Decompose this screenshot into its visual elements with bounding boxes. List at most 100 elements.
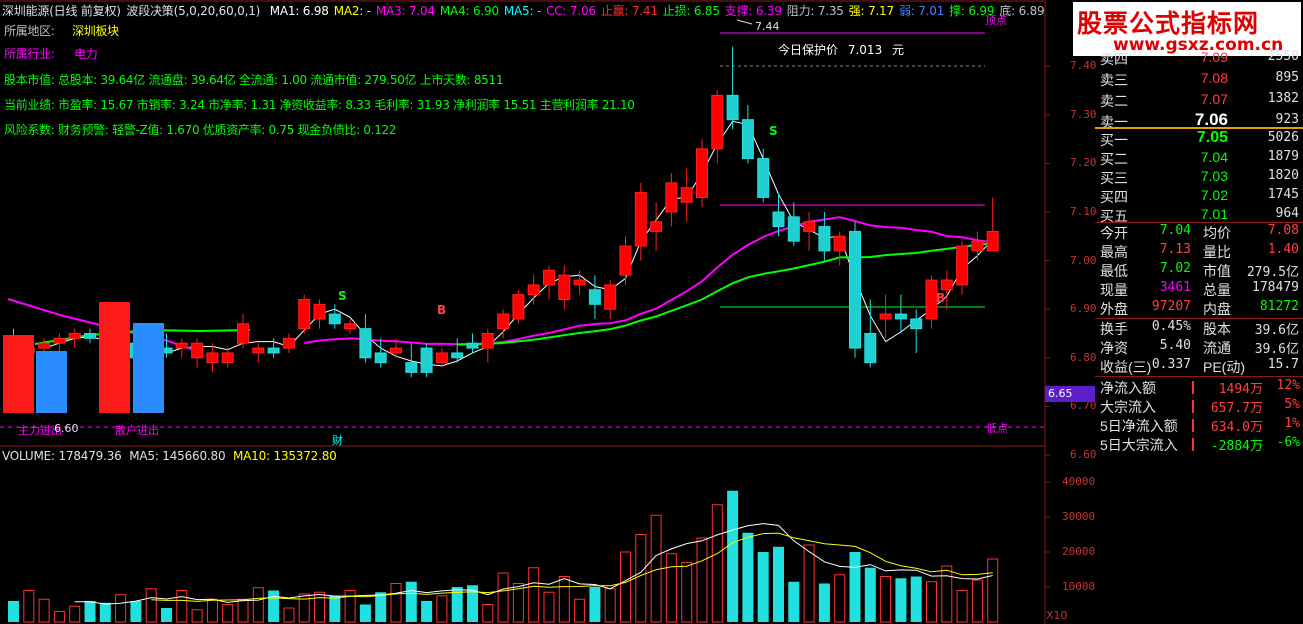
main-force-bar-red [3,335,34,413]
quote-row: 最低 7.02 市值 279.5亿 [1095,261,1303,281]
volume-tick: 20000 [1062,545,1096,558]
fundamental-row-label2: 股本 [1203,321,1231,337]
candle-body [313,303,326,320]
bid-row-volume: 1820 [1267,168,1299,183]
candle-body [696,148,708,198]
low-point-label: 低点 [986,422,1008,435]
candle-body [374,352,387,364]
flow-label: 5日大宗流入 [1100,437,1178,453]
bid-row: 买三 7.03 1820 [1095,168,1303,188]
flow-indicator [1192,419,1194,432]
ask-row: 卖四 7.09 2550 [1095,49,1303,69]
volume-bar [971,579,983,623]
region-label: 所属地区: [4,24,55,38]
quote-row: 现量 3461 总量 178479 [1095,280,1303,300]
bid-row-price: 7.02 [1200,187,1228,203]
candle-body [849,230,861,349]
industry-value: 电力 [74,47,98,61]
industry-label: 所属行业: [4,47,55,61]
volume-bar [834,574,846,623]
ask-row: 卖三 7.08 895 [1095,70,1303,90]
bid-row-label: 买二 [1100,151,1128,167]
kline-chart[interactable]: S S B B [0,0,1095,624]
ask-row: 卖二 7.07 1382 [1095,91,1303,111]
protect-label: 今日保护价 [778,43,839,57]
flow-row: 5日大宗流入 -2884万 -6% [1095,435,1303,455]
candle-body [741,119,754,160]
indicator-value-5: CC: 7.06 [546,4,596,18]
inner-value-label: 6.60 [54,422,79,435]
fundamental-row-label2: 流通 [1203,340,1231,356]
high-arrow [736,19,753,25]
candle-body [420,347,433,373]
candle-body [864,333,877,364]
ask-row-label: 卖四 [1100,51,1128,67]
volume-bar [23,590,35,623]
volume-bar [941,565,953,623]
quote-row-value: 97207 [1151,299,1191,314]
signal-marker: B [437,303,446,317]
quote-row-value2: 1.40 [1267,242,1299,257]
stock-title[interactable]: 深圳能源(日线 前复权) [2,4,121,18]
candle-body [787,216,800,242]
candle-body [588,289,601,305]
quote-row: 外盘 97207 内盘 81272 [1095,299,1303,319]
quote-row-value: 7.02 [1159,261,1191,276]
bid-row: 买四 7.02 1745 [1095,187,1303,207]
volume-bar [191,609,203,623]
protect-price-line: 今日保护价 7.013 元 [778,41,904,58]
volume-bar [69,605,81,623]
bid-row-price: 7.05 [1196,129,1228,146]
price-tick: 6.90 [1070,302,1097,316]
indicator-title[interactable]: 波段决策(5,0,20,60,0,1) [126,4,260,18]
flow-percent: -6% [1276,435,1300,450]
candle-body [711,94,724,150]
fundamental-row-label: 净资 [1100,340,1128,356]
bid-row-volume: 1879 [1267,149,1299,164]
flow-value: -2884万 [1210,439,1263,454]
protect-unit: 元 [892,43,905,57]
indicator-value-1: MA2: - [333,4,371,18]
volume-bar [176,590,188,623]
volume-bar [528,567,540,623]
quote-row-label: 现量 [1100,282,1128,298]
fundamental-row-value: 0.45% [1151,319,1191,334]
candle-body [940,279,953,291]
fundamental-row-value2: 39.6亿 [1254,342,1299,357]
volume-bar [987,558,999,623]
indicator-value-11: 弱: 7.01 [898,4,945,18]
volume-bar [8,601,19,622]
indicator-value-6: 止赢: 7.41 [600,4,658,18]
volume-ma5: MA5: 145660.80 [129,449,226,463]
candle-body [772,211,785,228]
equity-line: 股本市值: 总股本: 39.64亿 流通盘: 39.64亿 全流通: 1.00 … [4,73,504,87]
fundamental-row: 换手 0.45% 股本 39.6亿 [1095,319,1303,339]
region-value: 深圳板块 [72,24,119,38]
volume-bar [252,587,264,623]
candle-body [405,362,418,373]
candle-body [191,342,204,359]
candle-body [267,347,280,354]
candle-body [986,230,999,252]
volume-bar [604,588,616,623]
flow-value: 634.0万 [1210,420,1263,435]
volume-bar [84,601,96,622]
volume-bar [314,591,325,623]
quote-row-value2: 81272 [1259,299,1299,314]
candle-body [84,333,96,339]
flow-percent: 12% [1276,378,1300,393]
finance-marker[interactable]: 财 [332,432,343,448]
quote-panel: 卖四 7.09 2550 卖三 7.08 895 卖二 7.07 1382 卖一 7.06 923 买… [1095,0,1303,624]
flow-row: 大宗流入 657.7万 5% [1095,397,1303,417]
volume-bar [53,611,65,623]
indicator-header: 深圳能源(日线 前复权) 波段决策(5,0,20,60,0,1) MA1: 6.… [2,2,1050,19]
candle-body [38,342,51,349]
fundamental-row-label2: PE(动) [1203,359,1245,375]
candle-body [359,328,372,359]
volume-bar [864,567,876,622]
candle-body [833,235,846,252]
quote-row-label2: 总量 [1203,282,1231,298]
volume-bar [727,490,739,622]
volume-bar [711,504,723,623]
price-tick: 7.00 [1070,253,1097,267]
